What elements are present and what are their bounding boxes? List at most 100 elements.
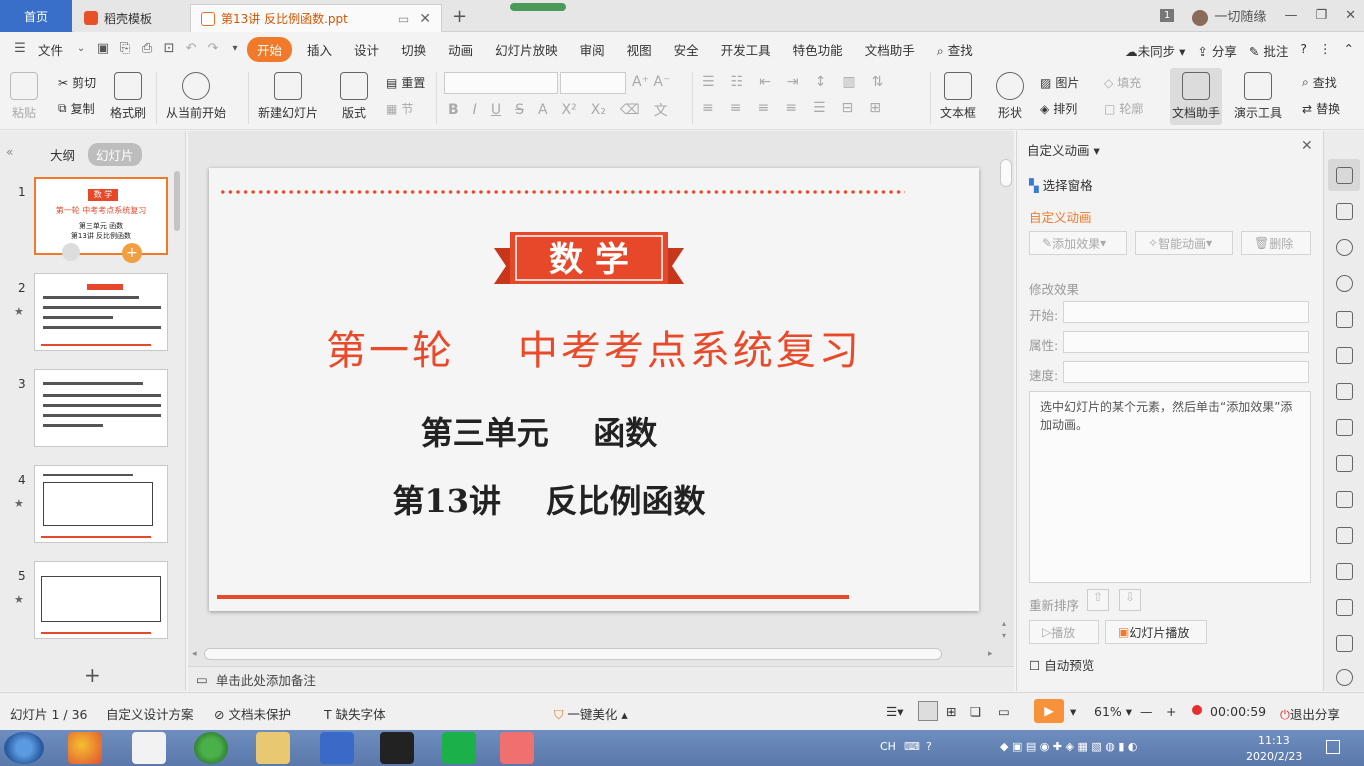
tab-home[interactable]: 首页 bbox=[0, 0, 72, 32]
indent-increase-icon[interactable]: ⇥ bbox=[787, 74, 799, 90]
arrange-button[interactable]: ◈ 排列 bbox=[1040, 100, 1077, 117]
clear-format-icon[interactable]: ⌫ bbox=[620, 102, 640, 118]
slide-thumbnail-2[interactable] bbox=[34, 273, 168, 351]
font-size-combo[interactable] bbox=[560, 72, 626, 94]
smartart-icon[interactable]: ⊞ bbox=[869, 100, 881, 116]
language-indicator[interactable]: CH bbox=[880, 740, 896, 753]
zoom-out-icon[interactable]: — bbox=[1140, 704, 1153, 719]
slide-unit[interactable]: 第三单元 函数 bbox=[209, 408, 869, 454]
menu-start[interactable]: 开始 bbox=[247, 36, 293, 62]
taskbar-app-icon[interactable] bbox=[132, 732, 166, 764]
font-grow-icon[interactable]: A⁺ A⁻ bbox=[632, 74, 670, 90]
slide-thumbnail-3[interactable] bbox=[34, 369, 168, 447]
close-pane-icon[interactable]: ✕ bbox=[1301, 138, 1313, 154]
fill-button[interactable]: ◇ 填充 bbox=[1104, 74, 1141, 91]
columns-icon[interactable]: ▥ bbox=[842, 74, 855, 90]
undo-icon[interactable]: ↶ bbox=[183, 41, 199, 57]
slide-title[interactable]: 第一轮 中考考点系统复习 bbox=[209, 318, 979, 376]
from-current-button[interactable]: 从当前开始 bbox=[166, 72, 226, 121]
menu-search[interactable]: ⌕ 查找 bbox=[926, 40, 984, 59]
vertical-align-icon[interactable]: ⊟ bbox=[842, 100, 854, 116]
restore-tab-icon[interactable]: ▭ bbox=[398, 12, 409, 26]
menu-developer[interactable]: 开发工具 bbox=[710, 40, 782, 59]
layout-button[interactable]: 版式 bbox=[340, 72, 368, 121]
property-select[interactable] bbox=[1063, 331, 1309, 353]
delete-button[interactable]: 🗑 删除 bbox=[1241, 231, 1311, 255]
format-painter-button[interactable]: 格式刷 bbox=[110, 72, 146, 121]
notes-toggle-icon[interactable]: ☰▾ bbox=[886, 704, 903, 719]
horizontal-scrollbar[interactable] bbox=[204, 648, 942, 660]
new-tab-icon[interactable]: + bbox=[452, 6, 467, 27]
slide-thumbnail-4[interactable] bbox=[34, 465, 168, 543]
phonetic-icon[interactable]: 文 bbox=[654, 100, 668, 120]
taskbar-chat-icon[interactable] bbox=[500, 732, 534, 764]
move-up-icon[interactable]: ⇧ bbox=[1087, 589, 1109, 611]
missing-fonts[interactable]: T 缺失字体 bbox=[324, 704, 386, 723]
play-slideshow-icon[interactable]: ▶ bbox=[1034, 699, 1064, 723]
reading-view-icon[interactable]: ❏ bbox=[970, 704, 981, 719]
cut-button[interactable]: ✂ 剪切 bbox=[58, 74, 96, 91]
design-scheme[interactable]: 自定义设计方案 bbox=[106, 704, 194, 723]
align-center-icon[interactable]: ≡ bbox=[730, 100, 742, 116]
picture-button[interactable]: ▨ 图片 bbox=[1040, 74, 1079, 91]
settings-icon[interactable] bbox=[1336, 491, 1353, 508]
share-button[interactable]: ⇪ 分享 bbox=[1197, 41, 1236, 60]
slide-thumbnail-5[interactable] bbox=[34, 561, 168, 639]
slide-lesson[interactable]: 第13讲 反比例函数 bbox=[209, 476, 889, 522]
help-icon[interactable]: ? bbox=[1300, 41, 1307, 60]
pane-header[interactable]: 自定义动画 ▾ bbox=[1027, 140, 1100, 159]
sorter-view-icon[interactable]: ⊞ bbox=[946, 704, 956, 719]
beautify-button[interactable]: ⛉ 一键美化 ▴ bbox=[554, 704, 628, 723]
menu-features[interactable]: 特色功能 bbox=[782, 40, 854, 59]
animation-list[interactable]: 选中幻灯片的某个元素，然后单击“添加效果”添加动画。 bbox=[1029, 391, 1311, 583]
table-icon[interactable] bbox=[1336, 347, 1353, 364]
move-down-icon[interactable]: ⇩ bbox=[1119, 589, 1141, 611]
tab-document[interactable]: 第13讲 反比例函数.ppt ▭ ✕ bbox=[190, 4, 442, 32]
print-preview-icon[interactable]: ⊡ bbox=[161, 41, 177, 57]
more-icon[interactable]: ⋮ bbox=[1319, 41, 1332, 60]
distribute-icon[interactable]: ☰ bbox=[813, 100, 826, 116]
paint-icon[interactable] bbox=[1336, 419, 1353, 436]
menu-file[interactable]: 文件 bbox=[34, 40, 67, 59]
line-spacing-icon[interactable]: ↕ bbox=[815, 74, 827, 90]
menu-view[interactable]: 视图 bbox=[616, 40, 663, 59]
style-icon[interactable] bbox=[1336, 311, 1353, 328]
replace-button[interactable]: ⇄ 替换 bbox=[1302, 100, 1340, 117]
protect-status[interactable]: ⊘ 文档未保护 bbox=[214, 704, 291, 723]
scroll-down-icon[interactable]: ▾ bbox=[1002, 631, 1006, 640]
play-button[interactable]: ▷ 播放 bbox=[1029, 620, 1099, 644]
taskbar-app-icon[interactable] bbox=[68, 732, 102, 764]
menu-animation[interactable]: 动画 bbox=[437, 40, 484, 59]
copy-button[interactable]: ⧉ 复制 bbox=[58, 100, 95, 117]
zoom-in-icon[interactable]: + bbox=[1166, 704, 1176, 719]
notes-area[interactable]: ▭ 单击此处添加备注 bbox=[188, 666, 1014, 691]
slide-canvas[interactable]: 数 学 第一轮 中考考点系统复习 第三单元 函数 第13讲 反比例函数 bbox=[209, 168, 979, 611]
maximize-icon[interactable]: ❐ bbox=[1315, 8, 1327, 23]
hamburger-icon[interactable]: ☰ bbox=[12, 41, 28, 57]
font-color-icon[interactable]: A bbox=[538, 102, 548, 118]
close-window-icon[interactable]: ✕ bbox=[1345, 8, 1356, 23]
subscript-icon[interactable]: X₂ bbox=[591, 102, 606, 118]
transition-icon[interactable] bbox=[1336, 203, 1353, 220]
tray-icons[interactable]: ◆ ▣ ▤ ◉ ✚ ◈ ▦ ▧ ◍ ▮ ◐ bbox=[1000, 740, 1138, 753]
tab-template[interactable]: 稻壳模板 bbox=[74, 4, 190, 32]
menu-insert[interactable]: 插入 bbox=[296, 40, 343, 59]
menu-doc-helper[interactable]: 文档助手 bbox=[854, 40, 926, 59]
minimize-icon[interactable]: — bbox=[1284, 8, 1297, 23]
panel-scrollbar[interactable] bbox=[174, 171, 180, 231]
italic-icon[interactable]: I bbox=[473, 102, 477, 118]
smart-animation-button[interactable]: ✧ 智能动画 ▾ bbox=[1135, 231, 1233, 255]
add-slide-icon[interactable]: + bbox=[84, 663, 101, 687]
chart-icon[interactable] bbox=[1336, 455, 1353, 472]
slideshow-button[interactable]: ▣ 幻灯片播放 bbox=[1105, 620, 1207, 644]
chevron-down-icon[interactable]: ⌄ bbox=[73, 41, 89, 57]
export-icon[interactable]: ⎘ bbox=[117, 41, 133, 57]
sync-button[interactable]: ☁未同步 ▾ bbox=[1125, 41, 1185, 60]
drag-handle[interactable] bbox=[510, 3, 566, 11]
print-icon[interactable]: ⎙ bbox=[139, 41, 155, 57]
annotate-button[interactable]: ✎ 批注 bbox=[1249, 41, 1288, 60]
start-select[interactable] bbox=[1063, 301, 1309, 323]
scroll-thumb[interactable] bbox=[1000, 159, 1012, 187]
keyboard-icon[interactable]: ⌨ bbox=[904, 740, 920, 753]
doc-helper-button[interactable]: 文档助手 bbox=[1170, 68, 1223, 125]
